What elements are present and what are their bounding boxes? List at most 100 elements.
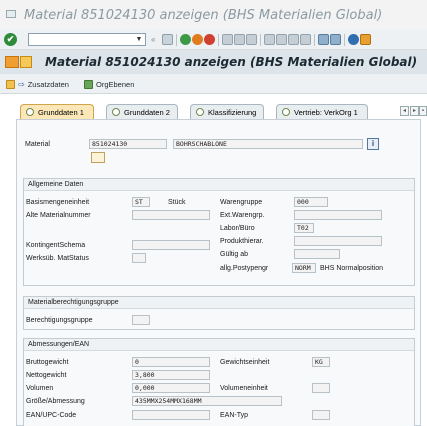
- window-title: Material 851024130 anzeigen (BHS Materia…: [24, 8, 383, 23]
- window-menu-icon[interactable]: [6, 10, 16, 18]
- last-page-icon[interactable]: [300, 34, 311, 45]
- cancel-icon[interactable]: [204, 34, 215, 45]
- alte-materialnummer-field[interactable]: [132, 210, 210, 220]
- tab-label: Grunddaten 2: [124, 107, 170, 117]
- werksueb-matstatus-field[interactable]: [132, 253, 146, 263]
- group-allgemeine-daten: Allgemeine Daten Basismengeneinheit ST S…: [23, 178, 415, 286]
- tab-scroll-right-icon[interactable]: ▸: [410, 106, 419, 116]
- nettogewicht-field[interactable]: 3,800: [132, 370, 210, 380]
- groesse-abmessung-label: Größe/Abmessung: [26, 398, 85, 405]
- material-number-field[interactable]: 851024130: [89, 139, 167, 149]
- info-icon[interactable]: i: [367, 138, 379, 150]
- orgebenen-button[interactable]: OrgEbenen: [84, 78, 134, 90]
- volumeneinheit-field[interactable]: [312, 383, 330, 393]
- tab-strip: Grunddaten 1 Grunddaten 2 Klassifizierun…: [0, 100, 427, 120]
- zusatzdaten-label: Zusatzdaten: [27, 79, 69, 89]
- volumen-field[interactable]: 0,000: [132, 383, 210, 393]
- nettogewicht-label: Nettogewicht: [26, 372, 67, 379]
- produkthierarchie-label: Produkthierar.: [220, 238, 264, 245]
- page-title: Material 851024130 anzeigen (BHS Materia…: [45, 55, 418, 69]
- ean-typ-field[interactable]: [312, 410, 330, 420]
- ean-upc-code-field[interactable]: [132, 410, 210, 420]
- produkthierarchie-field[interactable]: [294, 236, 382, 246]
- ean-upc-code-label: EAN/UPC-Code: [26, 412, 77, 419]
- material-label: Material: [25, 141, 50, 148]
- allg-postypengr-label: allg.Postypengr: [220, 265, 269, 272]
- ext-warengrp-label: Ext.Warengrp.: [220, 212, 265, 219]
- screen-header: Material 851024130 anzeigen (BHS Materia…: [0, 50, 427, 74]
- tab-scroll-left-icon[interactable]: ◂: [400, 106, 409, 116]
- chevron-down-icon[interactable]: ▼: [133, 34, 145, 45]
- group-abmessungen-ean: Abmessungen/EAN Bruttogewicht 0 Nettogew…: [23, 338, 415, 426]
- tab-list-icon[interactable]: ▪: [419, 106, 427, 116]
- basismengeneinheit-field[interactable]: ST: [132, 197, 150, 207]
- gewichtseinheit-label: Gewichtseinheit: [220, 359, 270, 366]
- exit-icon[interactable]: [192, 34, 203, 45]
- ean-typ-label: EAN-Typ: [220, 412, 249, 419]
- basismengeneinheit-label: Basismengeneinheit: [26, 199, 90, 206]
- group-title: Abmessungen/EAN: [24, 339, 414, 351]
- tab-status-icon: [196, 108, 204, 116]
- groesse-abmessung-field[interactable]: 435MMX254MMX168MM: [132, 396, 282, 406]
- back-nav-icon[interactable]: [180, 34, 191, 45]
- orgebenen-label: OrgEbenen: [96, 79, 135, 89]
- berechtigungsgruppe-label: Berechtigungsgruppe: [26, 317, 93, 324]
- bruttogewicht-field[interactable]: 0: [132, 357, 210, 367]
- tab-klassifizierung[interactable]: Klassifizierung: [190, 104, 264, 119]
- basismengeneinheit-text: Stück: [168, 199, 186, 206]
- tab-grunddaten-2[interactable]: Grunddaten 2: [106, 104, 178, 119]
- volumen-label: Volumen: [26, 385, 54, 392]
- warengruppe-label: Warengruppe: [220, 199, 263, 206]
- find-next-icon[interactable]: [246, 34, 257, 45]
- application-toolbar: ⇨ Zusatzdaten OrgEbenen: [0, 74, 427, 94]
- berechtigungsgruppe-field[interactable]: [132, 315, 150, 325]
- gueltig-ab-field[interactable]: [294, 249, 340, 259]
- kontingentschema-label: KontingentSchema: [26, 242, 86, 249]
- window-titlebar: Material 851024130 anzeigen (BHS Materia…: [0, 0, 427, 30]
- tab-grunddaten-1[interactable]: Grunddaten 1: [20, 104, 94, 119]
- layout-menu-icon[interactable]: [360, 34, 371, 45]
- zusatzdaten-button[interactable]: ⇨ Zusatzdaten: [6, 78, 69, 90]
- help-icon[interactable]: [348, 34, 359, 45]
- first-page-icon[interactable]: [264, 34, 275, 45]
- print-icon[interactable]: [222, 34, 233, 45]
- arrow-right-icon: ⇨: [18, 79, 25, 89]
- labor-buero-field[interactable]: T02: [294, 223, 314, 233]
- ext-warengrp-field[interactable]: [294, 210, 382, 220]
- tab-content-grunddaten-1: Material 851024130 BOHRSCHABLONE i Allge…: [16, 119, 421, 426]
- material-folder-icon: [20, 56, 32, 68]
- allg-postypengr-field[interactable]: NORM: [292, 263, 316, 273]
- next-page-icon[interactable]: [288, 34, 299, 45]
- check-icon[interactable]: ✔: [4, 33, 17, 46]
- group-title: Materialberechtigungsgruppe: [24, 297, 414, 309]
- new-session-icon[interactable]: [318, 34, 329, 45]
- material-icon: [5, 56, 19, 68]
- werksueb-matstatus-label: Werksüb. MatStatus: [26, 255, 89, 262]
- additional-info-icon[interactable]: [91, 152, 105, 163]
- tab-label: Klassifizierung: [208, 107, 257, 117]
- org-levels-icon: [84, 79, 93, 89]
- kontingentschema-field[interactable]: [132, 240, 210, 250]
- tab-status-icon: [282, 108, 290, 116]
- toolbar-separator: [344, 34, 345, 46]
- toolbar-separator: [176, 34, 177, 46]
- toolbar-separator: [260, 34, 261, 46]
- previous-page-icon[interactable]: [276, 34, 287, 45]
- group-materialberechtigungsgruppe: Materialberechtigungsgruppe Berechtigung…: [23, 296, 415, 330]
- tab-vertrieb-verkorg-1[interactable]: Vertrieb: VerkOrg 1: [276, 104, 368, 119]
- warengruppe-field[interactable]: 000: [294, 197, 328, 207]
- volumeneinheit-label: Volumeneinheit: [220, 385, 268, 392]
- material-description-field[interactable]: BOHRSCHABLONE: [173, 139, 363, 149]
- find-icon[interactable]: [234, 34, 245, 45]
- alte-materialnummer-label: Alte Materialnummer: [26, 212, 91, 219]
- command-field[interactable]: [28, 33, 146, 46]
- gewichtseinheit-field[interactable]: KG: [312, 357, 330, 367]
- save-icon[interactable]: [162, 34, 173, 45]
- shortcut-icon[interactable]: [330, 34, 341, 45]
- back-icon[interactable]: «: [151, 34, 162, 45]
- tab-label: Vertrieb: VerkOrg 1: [294, 107, 358, 117]
- tab-label: Grunddaten 1: [38, 107, 84, 117]
- system-toolbar: ✔ ▼ «: [0, 30, 427, 50]
- group-title: Allgemeine Daten: [24, 179, 414, 191]
- views-icon: [6, 79, 15, 89]
